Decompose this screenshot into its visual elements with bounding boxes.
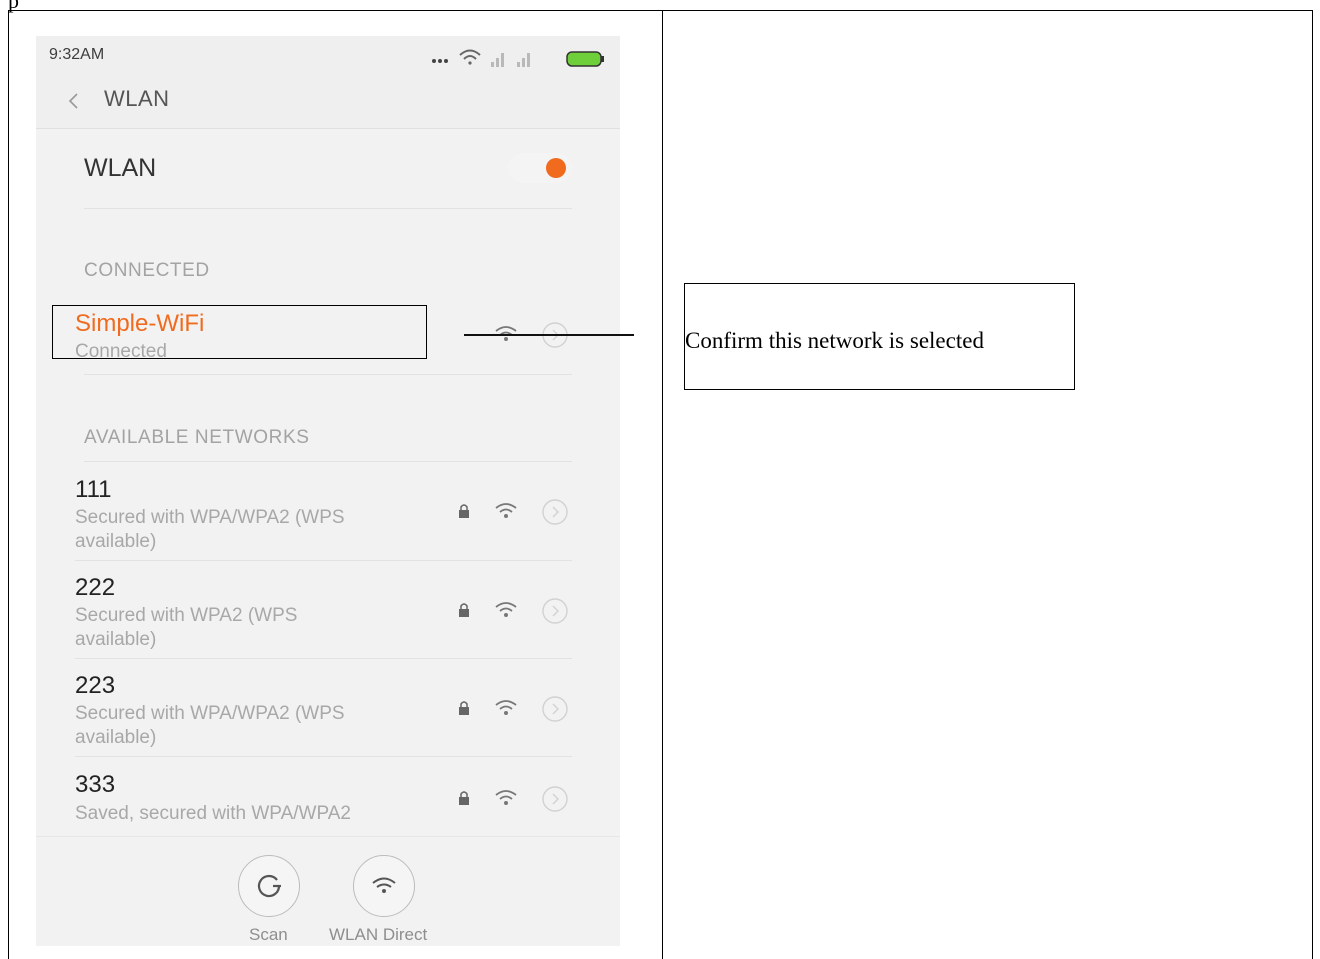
network-security-cont: available) <box>75 629 157 650</box>
divider <box>84 461 572 462</box>
wifi-icon <box>495 700 517 715</box>
bottom-action-bar: Scan WLAN Direct <box>36 836 620 946</box>
available-section-header: AVAILABLE NETWORKS <box>84 427 310 448</box>
more-icon <box>432 59 448 63</box>
toggle-knob <box>546 158 566 178</box>
lock-icon <box>459 603 469 617</box>
battery-icon <box>566 51 604 67</box>
status-bar: 9:32AM <box>36 36 620 76</box>
callout-connector-line <box>464 334 634 336</box>
wifi-icon <box>495 790 517 805</box>
network-name: 333 <box>75 771 116 798</box>
scan-button[interactable] <box>238 855 300 917</box>
scan-label: Scan <box>249 925 288 944</box>
network-security: Secured with WPA2 (WPS <box>75 605 298 626</box>
chevron-left-icon[interactable] <box>66 90 82 112</box>
wlan-toggle-label: WLAN <box>84 154 157 182</box>
table-column-divider <box>662 10 663 959</box>
chevron-right-circle-icon[interactable] <box>541 695 569 723</box>
wlan-direct-button[interactable] <box>353 855 415 917</box>
lock-icon <box>459 701 469 715</box>
status-time: 9:32AM <box>49 46 105 63</box>
refresh-icon <box>257 874 281 898</box>
divider <box>75 756 572 757</box>
cell-signal-icon <box>517 53 530 67</box>
chevron-right-circle-icon[interactable] <box>541 498 569 526</box>
wifi-icon <box>372 877 396 893</box>
cell-signal-icon <box>491 53 504 67</box>
network-name: 223 <box>75 672 116 699</box>
callout-box: Confirm this network is selected <box>684 283 1075 390</box>
network-name: 222 <box>75 574 116 601</box>
lock-icon <box>459 504 469 518</box>
status-icons <box>432 49 604 67</box>
connected-section-header: CONNECTED <box>84 260 210 281</box>
network-security-cont: available) <box>75 531 157 552</box>
wifi-icon <box>495 602 517 617</box>
wlan-direct-label: WLAN Direct <box>329 925 428 944</box>
phone-screenshot: 9:32AM WLAN WLAN CONNECTED Simple-WiFi C… <box>36 36 620 946</box>
network-security: Secured with WPA/WPA2 (WPS <box>75 507 345 528</box>
divider <box>75 560 572 561</box>
wifi-icon <box>495 503 517 518</box>
network-highlight-box <box>52 305 427 359</box>
lock-icon <box>459 791 469 805</box>
title-bar: WLAN <box>36 76 620 129</box>
network-security-cont: available) <box>75 727 157 748</box>
network-security: Saved, secured with WPA/WPA2 <box>75 803 351 824</box>
divider <box>75 658 572 659</box>
network-name: 111 <box>75 476 112 503</box>
page-title: WLAN <box>104 86 170 111</box>
chevron-right-circle-icon[interactable] <box>541 785 569 813</box>
chevron-right-circle-icon[interactable] <box>541 597 569 625</box>
divider <box>84 374 572 375</box>
callout-text: Confirm this network is selected <box>685 328 984 353</box>
wlan-toggle[interactable] <box>508 153 572 183</box>
network-security: Secured with WPA/WPA2 (WPS <box>75 703 345 724</box>
wifi-signal-icon <box>459 49 481 65</box>
divider <box>84 208 572 209</box>
